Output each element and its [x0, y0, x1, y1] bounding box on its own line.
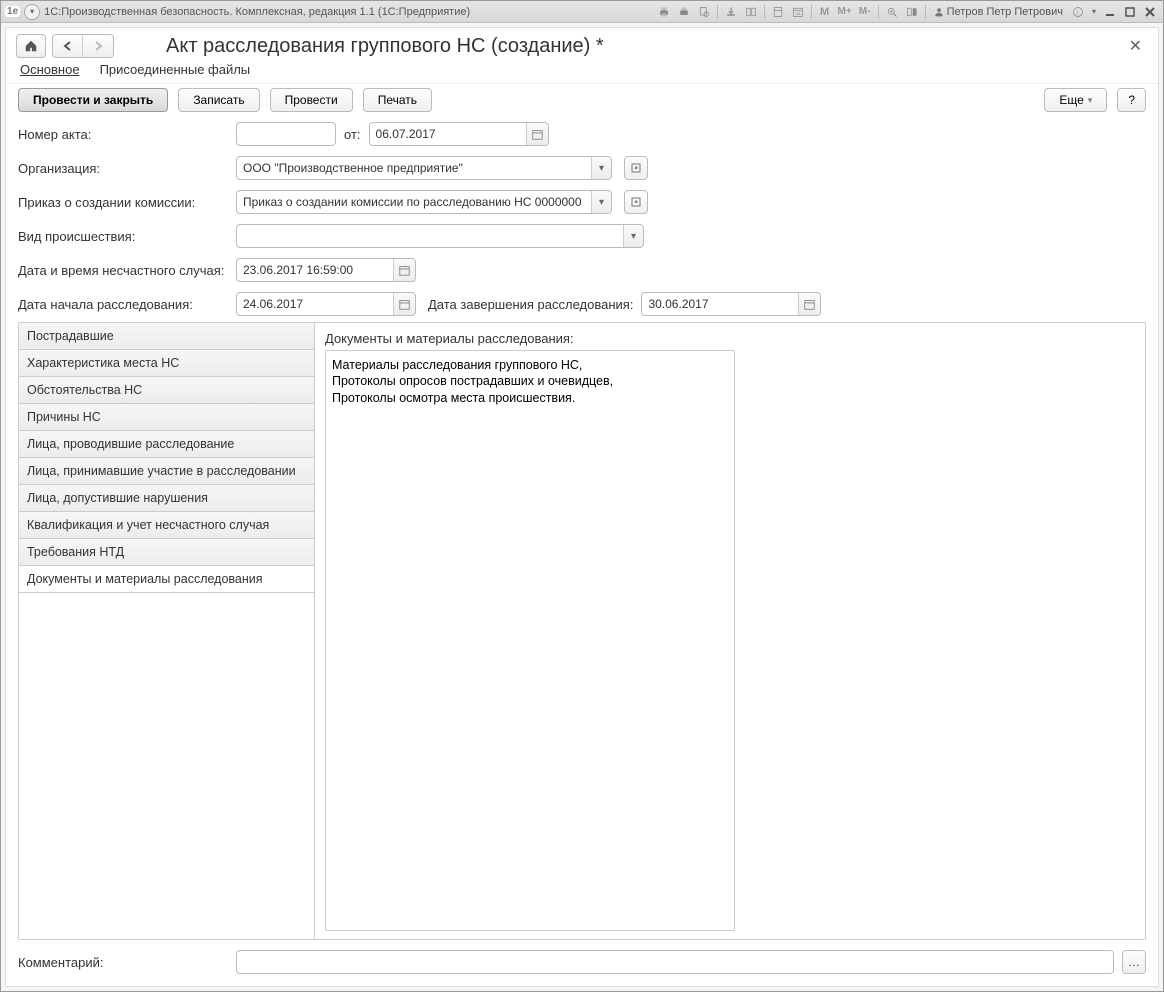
vertical-tab-item[interactable]: Документы и материалы расследования [19, 566, 314, 593]
vertical-tab-item[interactable]: Обстоятельства НС [19, 377, 314, 404]
app-logo-1c: 1e [5, 6, 20, 17]
command-bar: Провести и закрыть Записать Провести Печ… [6, 83, 1158, 122]
order-combo[interactable]: Приказ о создании комиссии по расследова… [236, 190, 612, 214]
nav-forward-button[interactable] [83, 35, 113, 57]
toolbar-save-icon[interactable] [722, 4, 740, 20]
svg-text:31: 31 [795, 11, 801, 16]
label-order: Приказ о создании комиссии: [18, 195, 228, 210]
section-tab-files[interactable]: Присоединенные файлы [100, 62, 251, 77]
label-start-date: Дата начала расследования: [18, 297, 228, 312]
vertical-tab-item[interactable]: Лица, принимавшие участие в расследовани… [19, 458, 314, 485]
app-title: 1С:Производственная безопасность. Компле… [44, 6, 651, 18]
post-button[interactable]: Провести [270, 88, 353, 112]
label-from: от: [344, 127, 361, 142]
toolbar-preview-icon[interactable] [695, 4, 713, 20]
print-button[interactable]: Печать [363, 88, 432, 112]
memory-mminus-icon[interactable]: M- [856, 4, 874, 20]
label-incident-type: Вид происшествия: [18, 229, 228, 244]
svg-text:i: i [1077, 10, 1078, 16]
organization-combo[interactable]: ООО "Производственное предприятие" ▾ [236, 156, 612, 180]
zoom-icon[interactable] [883, 4, 901, 20]
label-comment: Комментарий: [18, 955, 228, 970]
vertical-tab-item[interactable]: Квалификация и учет несчастного случая [19, 512, 314, 539]
act-date-input[interactable]: 06.07.2017 [369, 122, 549, 146]
current-user[interactable]: Петров Петр Петрович [930, 6, 1067, 18]
home-button[interactable] [16, 34, 46, 58]
organization-open-button[interactable] [624, 156, 648, 180]
vertical-tab-item[interactable]: Характеристика места НС [19, 350, 314, 377]
chevron-down-icon[interactable]: ▾ [591, 157, 611, 179]
comment-open-button[interactable]: … [1122, 950, 1146, 974]
vertical-tab-item[interactable]: Лица, допустившие нарушения [19, 485, 314, 512]
chevron-down-icon[interactable]: ▾ [623, 225, 643, 247]
start-date-input[interactable]: 24.06.2017 [236, 292, 416, 316]
vertical-tab-item[interactable]: Лица, проводившие расследование [19, 431, 314, 458]
section-tab-main[interactable]: Основное [20, 62, 80, 77]
end-date-input[interactable]: 30.06.2017 [641, 292, 821, 316]
form-close-icon[interactable]: ✕ [1123, 34, 1148, 58]
incident-type-combo[interactable]: ▾ [236, 224, 644, 248]
chevron-down-icon[interactable]: ▾ [591, 191, 611, 213]
comment-input[interactable] [236, 950, 1114, 974]
toolbar-calc-icon[interactable] [769, 4, 787, 20]
calendar-icon[interactable] [798, 293, 820, 315]
help-button[interactable]: ? [1117, 88, 1146, 112]
page-title: Акт расследования группового НС (создани… [166, 35, 1111, 58]
info-dropdown-icon[interactable]: ▾ [1089, 4, 1099, 20]
vertical-tab-item[interactable]: Пострадавшие [19, 323, 314, 350]
nav-back-forward [52, 34, 114, 58]
vertical-tabs: ПострадавшиеХарактеристика места НСОбсто… [19, 323, 315, 939]
memory-mplus-icon[interactable]: M+ [836, 4, 854, 20]
label-act-number: Номер акта: [18, 127, 228, 142]
window-close-icon[interactable] [1141, 4, 1159, 20]
panes-icon[interactable] [903, 4, 921, 20]
vertical-tab-item[interactable]: Требования НТД [19, 539, 314, 566]
order-open-button[interactable] [624, 190, 648, 214]
nav-back-button[interactable] [53, 35, 83, 57]
section-tabs: Основное Присоединенные файлы [6, 62, 1158, 83]
window-restore-icon[interactable] [1121, 4, 1139, 20]
calendar-icon[interactable] [393, 259, 415, 281]
toolbar-compare-icon[interactable] [742, 4, 760, 20]
act-number-input[interactable] [236, 122, 336, 146]
chevron-down-icon: ▾ [1088, 95, 1093, 106]
label-end-date: Дата завершения расследования: [428, 297, 633, 312]
toolbar-print-icon[interactable] [655, 4, 673, 20]
info-icon[interactable]: i [1069, 4, 1087, 20]
calendar-icon[interactable] [526, 123, 548, 145]
incident-datetime-input[interactable]: 23.06.2017 16:59:00 [236, 258, 416, 282]
memory-m-icon[interactable]: M [816, 4, 834, 20]
titlebar: 1e ▾ 1С:Производственная безопасность. К… [1, 1, 1163, 23]
more-button[interactable]: Еще ▾ [1044, 88, 1107, 112]
window-minimize-icon[interactable] [1101, 4, 1119, 20]
documents-textarea[interactable] [325, 350, 735, 931]
toolbar-calendar-icon[interactable]: 31 [789, 4, 807, 20]
panel-label: Документы и материалы расследования: [325, 331, 1135, 346]
calendar-icon[interactable] [393, 293, 415, 315]
vertical-tab-item[interactable]: Причины НС [19, 404, 314, 431]
toolbar-print2-icon[interactable] [675, 4, 693, 20]
label-organization: Организация: [18, 161, 228, 176]
label-incident-datetime: Дата и время несчастного случая: [18, 263, 228, 278]
post-and-close-button[interactable]: Провести и закрыть [18, 88, 168, 112]
save-button[interactable]: Записать [178, 88, 259, 112]
app-menu-dropdown[interactable]: ▾ [24, 4, 40, 20]
